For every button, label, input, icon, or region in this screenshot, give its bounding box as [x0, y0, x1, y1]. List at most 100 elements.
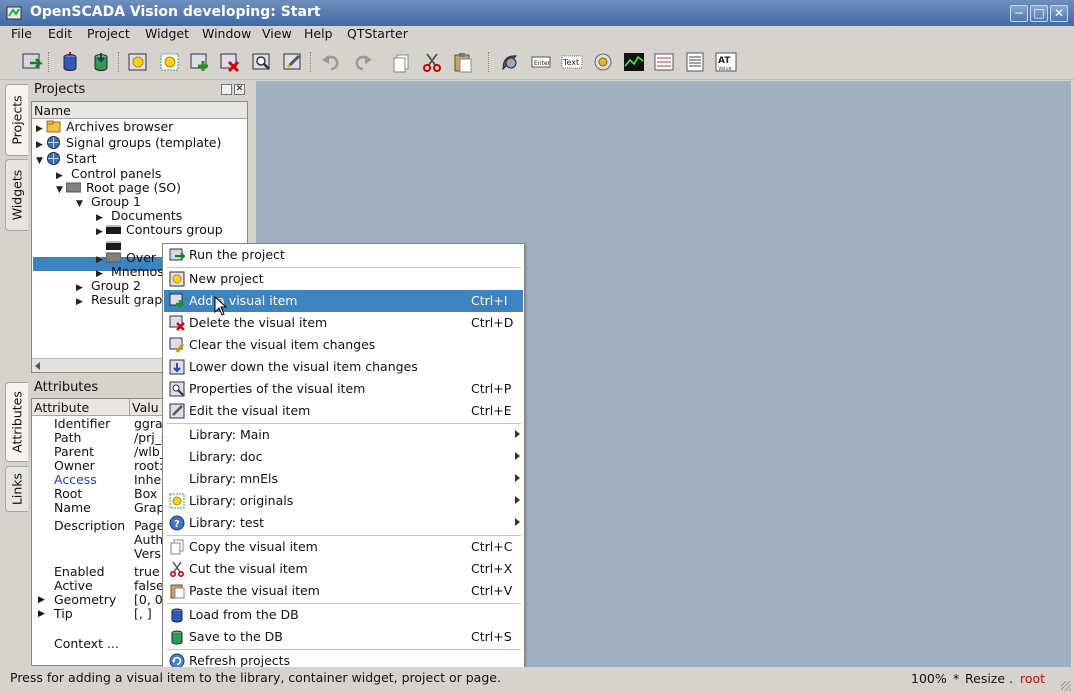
close-icon[interactable]: ✕ — [1050, 5, 1068, 22]
attribute-name: Geometry — [54, 592, 117, 607]
menu-item-copy-the-visual-item[interactable]: Copy the visual item Ctrl+C — [164, 536, 523, 558]
protocol-element-icon[interactable] — [683, 50, 707, 74]
copy-icon[interactable] — [389, 50, 413, 74]
text-element-icon[interactable]: Text — [560, 50, 584, 74]
menu-view[interactable]: View — [262, 26, 292, 41]
tree-item[interactable]: ▶ Contours group — [96, 223, 223, 239]
db-load-icon[interactable] — [58, 50, 82, 74]
tree-item[interactable]: ▼ Start — [36, 152, 97, 168]
zoom-level[interactable]: 100% — [911, 671, 947, 686]
collapsed-arrow-icon[interactable]: ▶ — [38, 607, 45, 621]
menu-item-library-doc[interactable]: Library: doc — [164, 446, 523, 468]
cut-icon[interactable] — [420, 50, 444, 74]
maximize-icon[interactable]: □ — [1030, 5, 1048, 22]
tree-item[interactable]: ▼ Group 1 — [76, 195, 141, 211]
collapsed-arrow-icon[interactable]: ▶ — [36, 138, 46, 152]
expanded-arrow-icon[interactable]: ▼ — [36, 154, 46, 168]
undo-icon[interactable] — [319, 50, 343, 74]
float-dock-icon[interactable] — [221, 84, 232, 95]
menu-widget[interactable]: Widget — [145, 26, 189, 41]
collapsed-arrow-icon[interactable]: ▶ — [38, 593, 45, 607]
menu-item-save-to-the-db[interactable]: Save to the DB Ctrl+S — [164, 626, 523, 648]
tree-item[interactable]: ▶ Mnemos — [96, 264, 164, 280]
column-attribute-header[interactable]: Attribute — [34, 400, 89, 415]
menu-edit[interactable]: Edit — [48, 26, 72, 41]
trend-element-icon[interactable] — [622, 50, 646, 74]
element-figure-icon[interactable] — [498, 50, 522, 74]
redo-icon[interactable] — [351, 50, 375, 74]
load-icon — [169, 607, 185, 623]
tree-item-label: Mnemos — [111, 264, 164, 279]
new-project-icon[interactable] — [126, 50, 150, 74]
paste-icon[interactable] — [451, 50, 475, 74]
collapsed-arrow-icon[interactable]: ▶ — [96, 225, 106, 239]
expanded-arrow-icon[interactable]: ▼ — [56, 183, 66, 197]
edit-mode[interactable]: Resize — [965, 671, 1005, 686]
diagram-element-icon[interactable] — [652, 50, 676, 74]
menu-file[interactable]: File — [11, 26, 32, 41]
db-save-icon[interactable] — [89, 50, 113, 74]
menu-project[interactable]: Project — [87, 26, 130, 41]
column-name-header[interactable]: Name — [34, 103, 71, 118]
tree-item[interactable]: ▶ Archives browser — [36, 120, 173, 136]
run-icon — [169, 247, 186, 263]
add-item-icon[interactable] — [188, 50, 212, 74]
menu-item-run-the-project[interactable]: Run the project — [164, 244, 523, 266]
form-element-icon[interactable]: Enter — [529, 50, 553, 74]
menu-item-clear-the-visual-item-changes[interactable]: Clear the visual item changes — [164, 334, 523, 356]
tree-item-label: Over — [126, 250, 157, 265]
menu-item-new-project[interactable]: New project — [164, 268, 523, 290]
tab-links[interactable]: Links — [5, 466, 28, 512]
attribute-value: true — [134, 564, 160, 579]
new-library-icon[interactable] — [158, 50, 182, 74]
menu-item-library-mnels[interactable]: Library: mnEls — [164, 468, 523, 490]
tree-item-label: Signal groups (template) — [66, 135, 222, 150]
tree-item[interactable]: ▶ Control panels — [56, 167, 161, 182]
minimize-icon[interactable]: ─ — [1010, 5, 1028, 22]
properties-icon[interactable] — [250, 50, 274, 74]
media-element-icon[interactable] — [591, 50, 615, 74]
globe-item-icon — [46, 135, 66, 150]
delete-item-icon[interactable] — [218, 50, 242, 74]
menu-item-lower-down-the-visual-item-changes[interactable]: Lower down the visual item changes — [164, 356, 523, 378]
menu-item-load-from-the-db[interactable]: Load from the DB — [164, 604, 523, 626]
svg-text:Text: Text — [562, 58, 579, 67]
menu-item-library-originals[interactable]: Library: originals — [164, 490, 523, 512]
attribute-name: Enabled — [54, 564, 105, 579]
tree-item[interactable]: ▶ Group 2 — [76, 279, 141, 294]
collapsed-arrow-icon[interactable]: ▶ — [36, 122, 46, 136]
tree-item[interactable]: ▶ Over — [96, 250, 157, 266]
menu-item-properties-of-the-visual-item[interactable]: Properties of the visual item Ctrl+P — [164, 378, 523, 400]
menu-item-label: Cut the visual item — [189, 561, 308, 576]
tab-projects[interactable]: Projects — [5, 84, 28, 156]
current-user[interactable]: root — [1020, 671, 1045, 686]
resize-grip-icon[interactable] — [1061, 681, 1071, 691]
gray-item-icon — [66, 180, 86, 195]
tree-item[interactable]: ▼ Root page (SO) — [56, 180, 181, 197]
menu-item-cut-the-visual-item[interactable]: Cut the visual item Ctrl+X — [164, 558, 523, 580]
scroll-left-icon[interactable] — [35, 362, 40, 370]
tab-widgets[interactable]: Widgets — [5, 159, 28, 231]
expanded-arrow-icon[interactable]: ▼ — [76, 197, 86, 211]
value-archive-icon[interactable]: AT Value — [714, 50, 738, 74]
collapsed-arrow-icon[interactable]: ▶ — [76, 295, 86, 309]
menu-help[interactable]: Help — [304, 26, 333, 41]
menu-item-edit-the-visual-item[interactable]: Edit the visual item Ctrl+E — [164, 400, 523, 422]
clear-icon — [169, 337, 185, 353]
toolbar-separator — [118, 52, 120, 72]
menu-item-label: Library: doc — [189, 449, 263, 464]
tree-item[interactable]: ▶ Documents — [96, 209, 182, 224]
tree-item[interactable]: ▶ Signal groups (template) — [36, 135, 222, 152]
tree-item[interactable]: ▶ Result grap — [76, 293, 162, 309]
column-value-header[interactable]: Valu — [132, 400, 159, 415]
menu-window[interactable]: Window — [202, 26, 251, 41]
menu-item-library-main[interactable]: Library: Main — [164, 424, 523, 446]
run-project-icon[interactable] — [20, 50, 44, 74]
tab-attributes[interactable]: Attributes — [5, 382, 28, 462]
attribute-name: Parent — [54, 444, 95, 459]
menu-item-library-test[interactable]: ? Library: test — [164, 512, 523, 534]
menu-qtstarter[interactable]: QTStarter — [347, 26, 408, 41]
edit-item-icon[interactable] — [281, 50, 305, 74]
close-dock-icon[interactable]: ✕ — [234, 84, 245, 95]
menu-item-paste-the-visual-item[interactable]: Paste the visual item Ctrl+V — [164, 580, 523, 602]
